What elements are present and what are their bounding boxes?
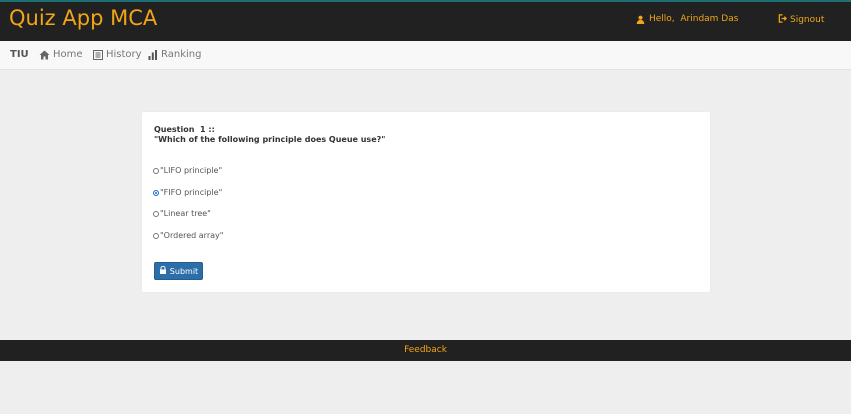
nav-item-label: Home — [53, 49, 83, 60]
footer: Feedback — [0, 340, 851, 361]
home-icon — [39, 50, 50, 60]
history-icon — [93, 49, 103, 60]
nav-bar: TIU Home History Ranking — [0, 41, 851, 70]
question-card: Question 1 :: "Which of the following pr… — [142, 112, 710, 292]
user-icon — [636, 15, 645, 24]
app-title: Quiz App MCA — [9, 6, 158, 30]
nav-item-history[interactable]: History — [93, 49, 142, 60]
greeting-text: Hello, Arindam Das — [649, 14, 739, 24]
radio-button[interactable] — [153, 210, 159, 217]
radio-button[interactable] — [153, 167, 159, 174]
option-fifo[interactable]: "FIFO principle" — [153, 188, 222, 197]
option-lifo[interactable]: "LIFO principle" — [153, 166, 222, 175]
option-label: "LIFO principle" — [160, 166, 223, 175]
nav-brand[interactable]: TIU — [10, 49, 29, 60]
option-label: "Linear tree" — [160, 209, 211, 218]
signout-icon — [778, 14, 787, 26]
bar-chart-icon — [148, 49, 158, 60]
top-header: Quiz App MCA Hello, Arindam Das Signout — [0, 0, 851, 41]
submit-label: Submit — [169, 266, 199, 276]
lock-icon — [159, 265, 167, 276]
nav-item-label: History — [106, 49, 142, 60]
question-text: "Which of the following principle does Q… — [154, 135, 386, 144]
question-number: Question 1 :: — [154, 125, 215, 134]
nav-item-ranking[interactable]: Ranking — [148, 49, 201, 60]
submit-button[interactable]: Submit — [154, 262, 203, 280]
nav-item-home[interactable]: Home — [39, 49, 83, 60]
signout-link[interactable]: Signout — [778, 14, 824, 26]
option-ordered-array[interactable]: "Ordered array" — [153, 231, 223, 240]
option-label: "Ordered array" — [160, 231, 224, 240]
signout-label: Signout — [790, 15, 825, 25]
radio-button[interactable] — [153, 232, 159, 239]
option-linear-tree[interactable]: "Linear tree" — [153, 209, 211, 218]
nav-item-label: Ranking — [161, 49, 202, 60]
feedback-link[interactable]: Feedback — [0, 345, 851, 355]
option-label: "FIFO principle" — [160, 188, 223, 197]
radio-button-selected[interactable] — [153, 189, 159, 196]
user-greeting: Hello, Arindam Das — [636, 14, 738, 24]
